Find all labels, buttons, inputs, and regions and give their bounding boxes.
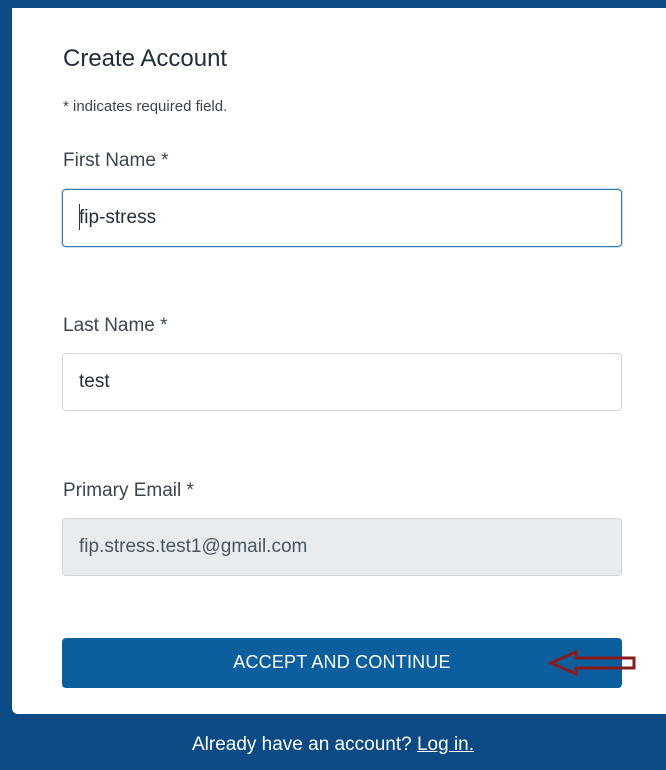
create-account-card: Create Account * indicates required fiel…	[12, 8, 666, 714]
first-name-input[interactable]	[62, 189, 622, 247]
accept-button-label: ACCEPT AND CONTINUE	[233, 652, 451, 672]
last-name-label: Last Name *	[63, 315, 168, 336]
accept-and-continue-button[interactable]: ACCEPT AND CONTINUE	[62, 638, 636, 688]
already-have-account-text: Already have an account?	[191, 734, 412, 755]
last-name-input[interactable]	[62, 353, 622, 411]
first-name-label: First Name *	[63, 150, 169, 171]
text-cursor	[79, 204, 80, 230]
primary-email-input	[62, 518, 622, 576]
left-arrow-icon	[548, 649, 636, 677]
required-field-note: * indicates required field.	[63, 98, 228, 115]
log-in-link[interactable]: Log in.	[417, 734, 474, 755]
primary-email-label: Primary Email *	[63, 480, 194, 501]
login-prompt: Already have an account? Log in.	[0, 734, 666, 756]
page-title: Create Account	[63, 45, 228, 72]
